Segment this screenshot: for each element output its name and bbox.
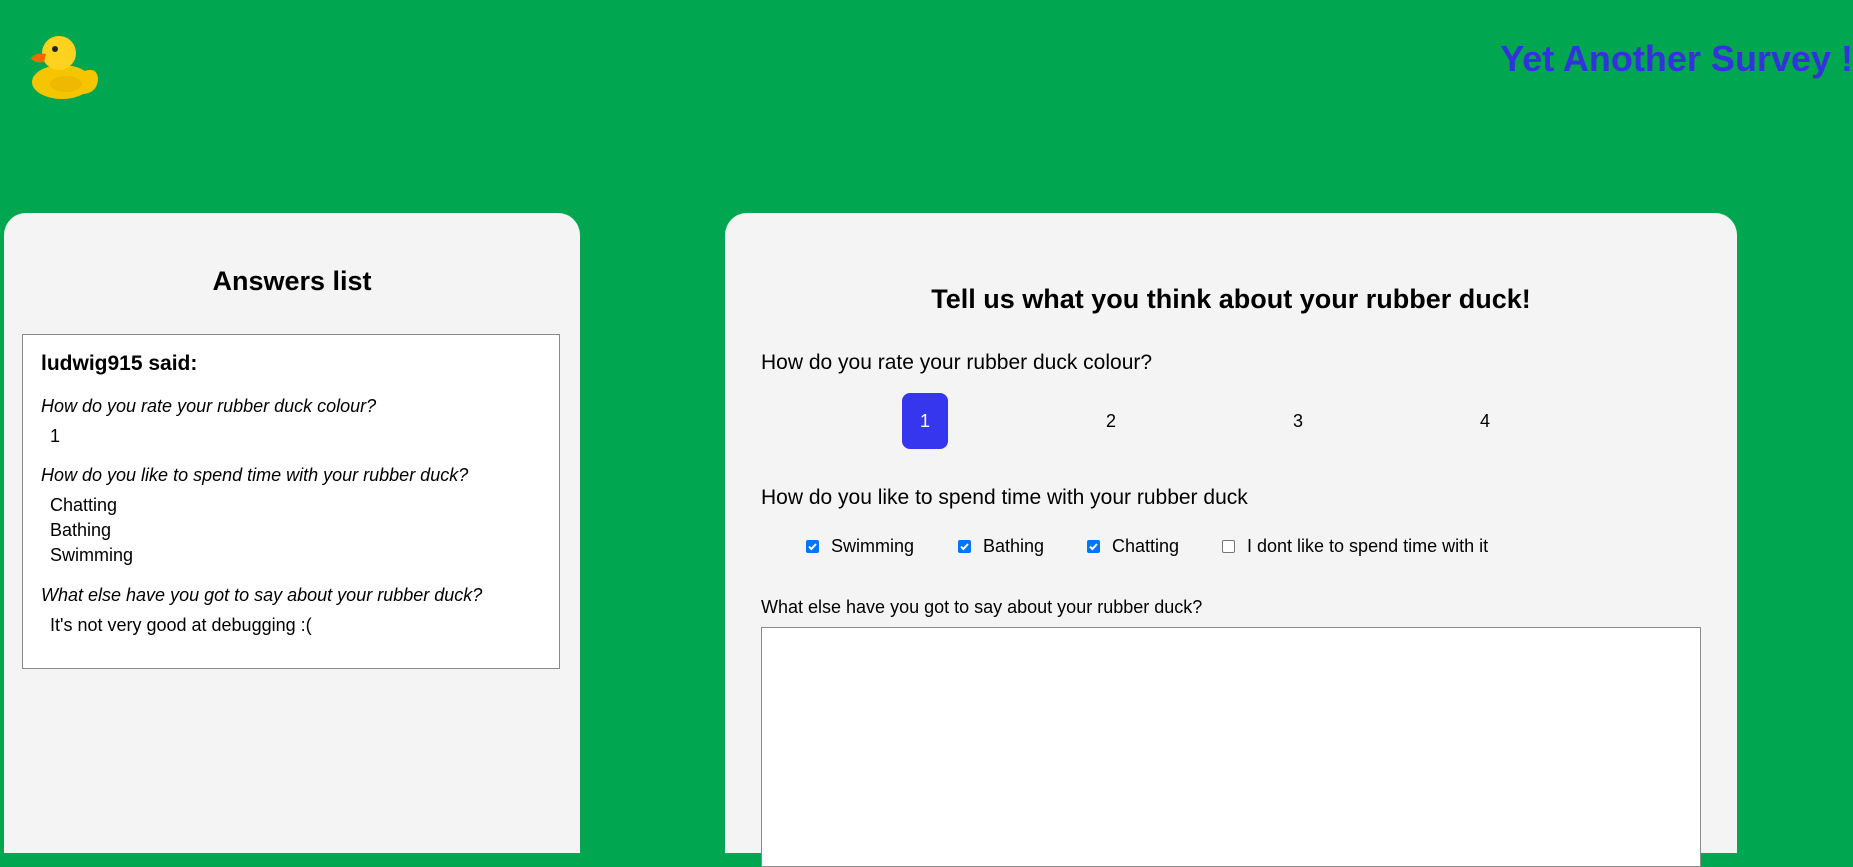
rating-option-1[interactable]: 1 (902, 393, 948, 449)
checkbox-swimming[interactable]: Swimming (806, 534, 914, 558)
checkbox-label: I dont like to spend time with it (1247, 535, 1489, 556)
checkbox-dont-like[interactable]: I dont like to spend time with it (1222, 534, 1488, 558)
answer-value-comment: It's not very good at debugging :( (50, 615, 312, 635)
comment-label: What else have you got to say about your… (761, 597, 1203, 617)
survey-form-panel: Tell us what you think about your rubber… (725, 213, 1737, 867)
answer-value-time: Bathing (50, 520, 112, 540)
answer-value-time: Swimming (50, 545, 134, 565)
answers-heading: Answers list (212, 266, 372, 296)
time-question: How do you like to spend time with your … (761, 486, 1248, 509)
answer-author: ludwig915 said: (41, 352, 198, 375)
site-title: Yet Another Survey ! (1500, 38, 1853, 79)
checkbox-label: Chatting (1112, 535, 1180, 556)
checkbox-checked-icon[interactable] (1087, 539, 1100, 553)
checkbox-label: Bathing (983, 535, 1045, 556)
rating-option-4[interactable]: 4 (1462, 393, 1508, 449)
rubber-duck-logo (28, 28, 100, 102)
answer-value-rating: 1 (50, 426, 61, 446)
answer-card: ludwig915 said: How do you rate your rub… (22, 334, 560, 669)
checkbox-unchecked-icon[interactable] (1222, 539, 1235, 553)
checkbox-checked-icon[interactable] (806, 539, 819, 553)
checkbox-checked-icon[interactable] (958, 539, 971, 553)
rating-option-2[interactable]: 2 (1088, 393, 1134, 449)
rubber-duck-icon (31, 36, 98, 99)
survey-heading: Tell us what you think about your rubber… (931, 284, 1531, 314)
comment-textarea[interactable] (761, 627, 1701, 867)
answer-question-comment: What else have you got to say about your… (41, 585, 483, 605)
rating-question: How do you rate your rubber duck colour? (761, 351, 1153, 374)
checkbox-label: Swimming (831, 535, 915, 556)
answer-value-time: Chatting (50, 495, 118, 515)
answers-panel: Answers list ludwig915 said: How do you … (4, 213, 580, 853)
checkbox-chatting[interactable]: Chatting (1087, 534, 1179, 558)
answer-question-time: How do you like to spend time with your … (41, 465, 469, 485)
checkbox-bathing[interactable]: Bathing (958, 534, 1044, 558)
answer-question-rating: How do you rate your rubber duck colour? (41, 396, 377, 416)
rating-option-3[interactable]: 3 (1275, 393, 1321, 449)
